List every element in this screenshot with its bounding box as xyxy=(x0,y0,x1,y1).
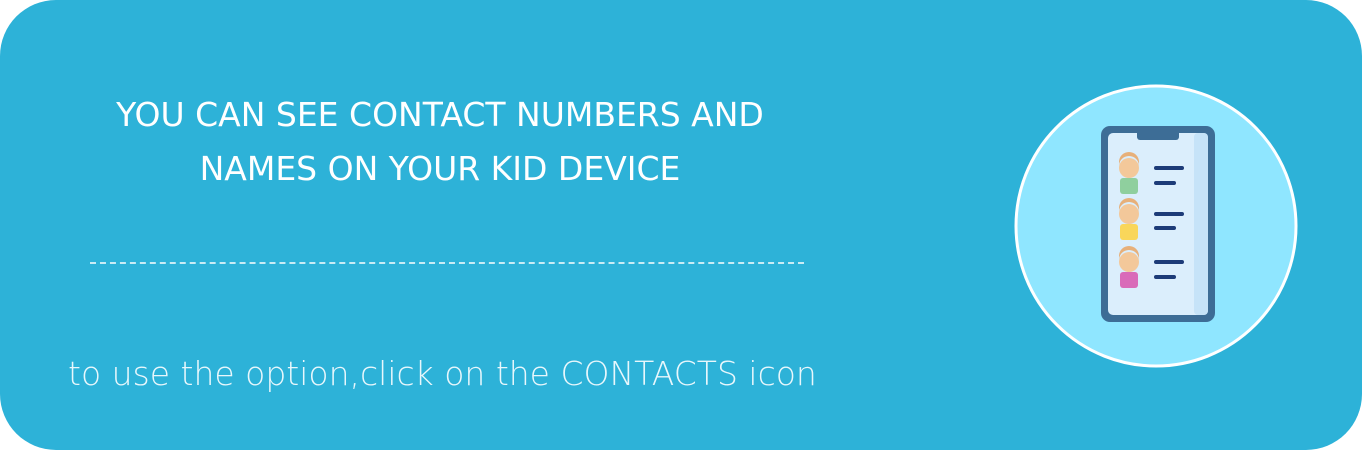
phone-screen-shade xyxy=(1194,133,1208,315)
avatar-head-icon xyxy=(1119,204,1139,224)
avatar-head-icon xyxy=(1119,158,1139,178)
instruction-text: to use the option,click on the CONTACTS … xyxy=(68,354,817,393)
contacts-phone-icon xyxy=(1014,84,1298,368)
avatar-body-icon xyxy=(1120,224,1138,240)
info-card: YOU CAN SEE CONTACT NUMBERS AND NAMES ON… xyxy=(0,0,1362,450)
headline: YOU CAN SEE CONTACT NUMBERS AND NAMES ON… xyxy=(40,88,840,196)
headline-line-2: NAMES ON YOUR KID DEVICE xyxy=(199,149,681,188)
avatar-body-icon xyxy=(1120,272,1138,288)
headline-line-1: YOU CAN SEE CONTACT NUMBERS AND xyxy=(116,95,764,134)
phone-notch xyxy=(1137,126,1179,140)
avatar-head-icon xyxy=(1119,252,1139,272)
avatar-body-icon xyxy=(1120,178,1138,194)
contacts-phone-svg xyxy=(1014,84,1298,368)
dashed-divider xyxy=(90,262,804,264)
